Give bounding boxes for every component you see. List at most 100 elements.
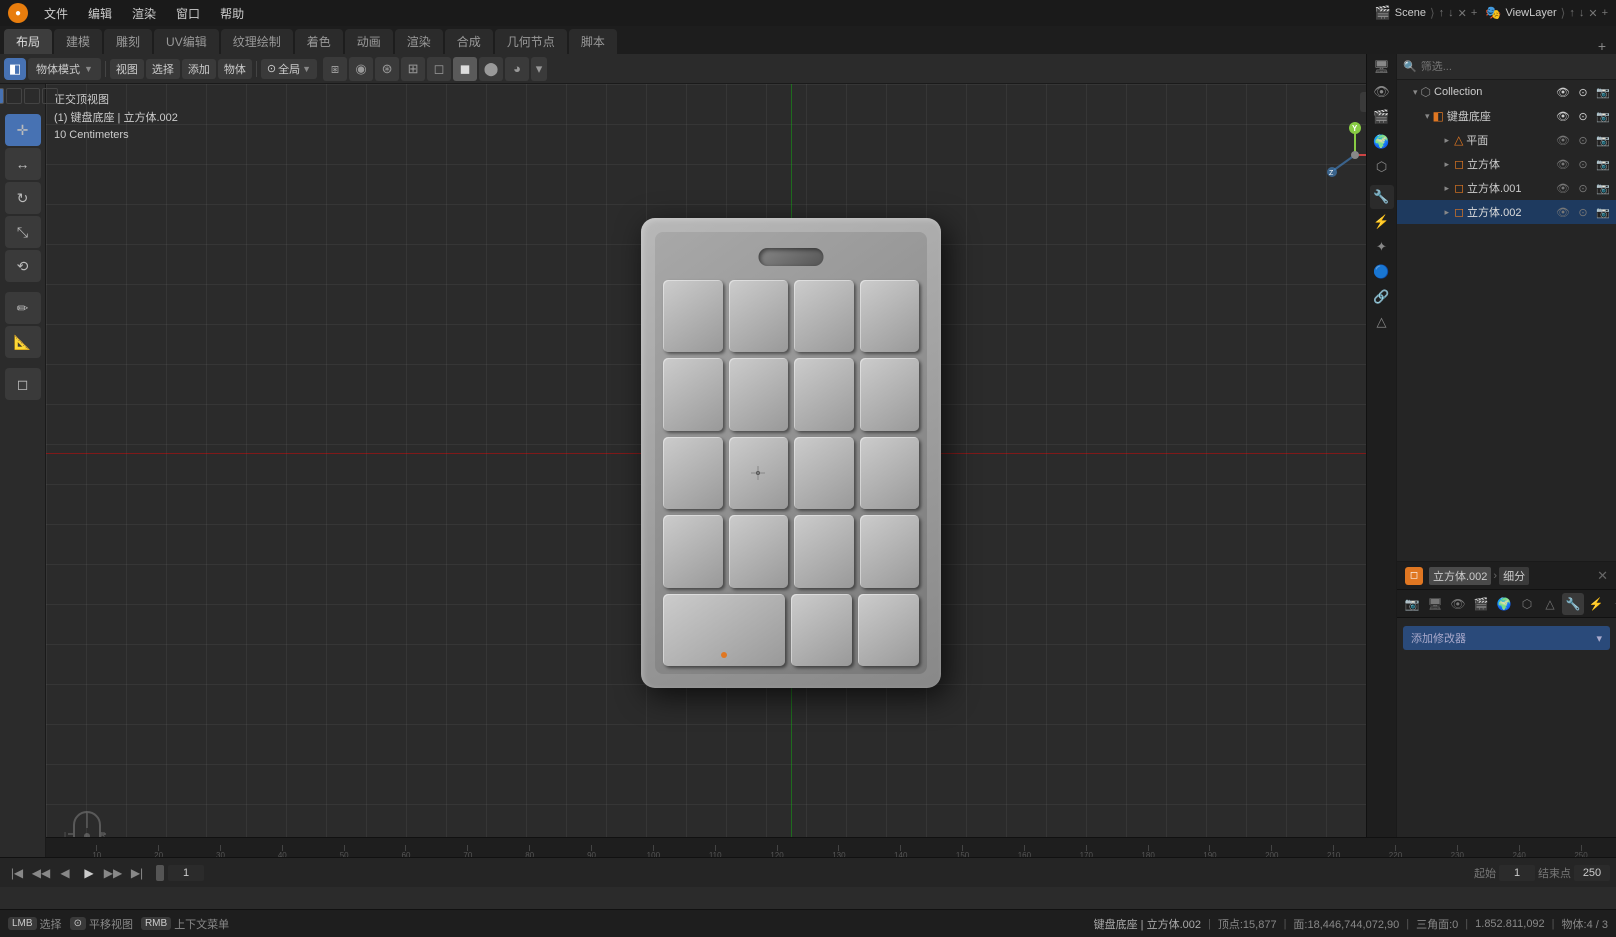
menu-edit[interactable]: 编辑 [80,3,120,24]
shading-options[interactable]: ▾ [531,57,547,81]
tab-geometry-nodes[interactable]: 几何节点 [495,29,567,54]
proportional-btn[interactable]: ◉ [349,57,373,81]
vis-ren-cube[interactable]: 📷 [1594,155,1612,173]
main-viewport[interactable]: 正交顶视图 (1) 键盘底座 | 立方体.002 10 Centimeters … [46,84,1416,882]
add-cube-tool[interactable]: ◻ [5,368,41,400]
props-tab-particles[interactable]: ✦ [1608,593,1616,615]
menu-window[interactable]: 窗口 [168,3,208,24]
menu-file[interactable]: 文件 [36,3,76,24]
props-tab-mesh[interactable]: △ [1539,593,1561,615]
props-side-data[interactable]: △ [1370,310,1394,334]
props-tab-view[interactable]: 👁 [1447,593,1469,615]
tab-modeling[interactable]: 建模 [54,29,102,54]
vis-eye-c001[interactable]: 👁 [1554,179,1572,197]
jump-next-btn[interactable]: ▶▶ [102,862,124,884]
jump-prev-btn[interactable]: ◀◀ [30,862,52,884]
vis-sel-c001[interactable]: ⊙ [1574,179,1592,197]
prop-modifier-name[interactable]: 细分 [1499,567,1529,585]
object-menu-btn[interactable]: 物体 [218,59,252,79]
props-side-modifier[interactable]: 🔧 [1370,185,1394,209]
jump-start-btn[interactable]: |◀ [6,862,28,884]
end-frame-input[interactable] [1574,865,1610,881]
props-side-particles[interactable]: ✦ [1370,235,1394,259]
outliner-item-cube001[interactable]: ▾ ▸ ◻ 立方体.001 👁 ⊙ 📷 [1397,176,1616,200]
vis-sel-cube[interactable]: ⊙ [1574,155,1592,173]
tab-uv[interactable]: UV编辑 [154,29,219,54]
annotate-tool[interactable]: ✏ [5,292,41,324]
outliner-item-keyboard-base[interactable]: ▾ ◧ 键盘底座 👁 ⊙ 📷 [1397,104,1616,128]
shading-solid[interactable]: ◼ [453,57,477,81]
tab-sculpt[interactable]: 雕刻 [104,29,152,54]
select-lasso[interactable] [24,88,40,104]
outliner-search-input[interactable] [1421,61,1610,73]
select-circle[interactable] [6,88,22,104]
play-back-btn[interactable]: ◀ [54,862,76,884]
vis-eye-cube[interactable]: 👁 [1554,155,1572,173]
tab-texture-paint[interactable]: 纹理绘制 [221,29,293,54]
scale-tool[interactable]: ⤡ [5,216,41,248]
vis-eye-plane[interactable]: 👁 [1554,131,1572,149]
vis-sel-kb[interactable]: ⊙ [1574,107,1592,125]
add-menu-btn[interactable]: 添加 [182,59,216,79]
overlay-btn[interactable]: ⊛ [375,57,399,81]
move-tool[interactable]: ↔ [5,148,41,180]
menu-help[interactable]: 帮助 [212,3,252,24]
vis-ren-kb[interactable]: 📷 [1594,107,1612,125]
outliner-item-cube[interactable]: ▾ ▸ ◻ 立方体 👁 ⊙ 📷 [1397,152,1616,176]
props-side-scene[interactable]: 🎬 [1370,105,1394,129]
vis-render[interactable]: 📷 [1594,83,1612,101]
xray-btn[interactable]: ⊞ [401,57,425,81]
props-tab-world[interactable]: 🌍 [1493,593,1515,615]
props-side-constraints[interactable]: 🔗 [1370,285,1394,309]
vis-ren-c002[interactable]: 📷 [1594,203,1612,221]
rotate-tool[interactable]: ↻ [5,182,41,214]
jump-end-btn[interactable]: ▶| [126,862,148,884]
select-menu-btn[interactable]: 选择 [146,59,180,79]
measure-tool[interactable]: 📐 [5,326,41,358]
vis-ren-c001[interactable]: 📷 [1594,179,1612,197]
vis-eye[interactable]: 👁 [1554,83,1572,101]
play-btn[interactable]: ▶ [78,862,100,884]
tab-compositing[interactable]: 合成 [445,29,493,54]
add-modifier-btn[interactable]: 添加修改器 ▾ [1403,626,1610,650]
props-tab-shader[interactable]: ⚡ [1585,593,1607,615]
props-side-shader[interactable]: ⚡ [1370,210,1394,234]
properties-close-btn[interactable]: ✕ [1597,568,1608,584]
view-menu-btn[interactable]: 视图 [110,59,144,79]
props-side-output[interactable]: 🖥 [1370,55,1394,79]
current-frame-input[interactable] [168,865,204,881]
props-side-physics[interactable]: 🔵 [1370,260,1394,284]
shading-mat[interactable]: ⬤ [479,57,503,81]
start-frame-input[interactable] [1499,865,1535,881]
outliner-item-cube002[interactable]: ▾ ▸ ◻ 立方体.002 👁 ⊙ 📷 [1397,200,1616,224]
vis-sel-c002[interactable]: ⊙ [1574,203,1592,221]
tab-rendering[interactable]: 渲染 [395,29,443,54]
vis-ren-plane[interactable]: 📷 [1594,131,1612,149]
select-box-active[interactable] [0,88,4,104]
timeline-ruler[interactable]: 0102030405060708090100110120130140150160… [0,837,1616,859]
tab-animation[interactable]: 动画 [345,29,393,54]
vis-eye-c002[interactable]: 👁 [1554,203,1572,221]
props-tab-render[interactable]: 📷 [1401,593,1423,615]
tab-layout[interactable]: 布局 [4,29,52,54]
vis-eye-kb[interactable]: 👁 [1554,107,1572,125]
add-workspace-btn[interactable]: + [1598,38,1606,54]
props-side-view[interactable]: 👁 [1370,80,1394,104]
snap-btn[interactable]: ⧆ [323,57,347,81]
mode-dropdown[interactable]: 物体模式 ▼ [28,58,101,80]
props-side-world[interactable]: 🌍 [1370,130,1394,154]
prop-obj-name[interactable]: 立方体.002 [1429,567,1491,585]
outliner-item-collection[interactable]: ▾ ⬡ Collection 👁 ⊙ 📷 [1397,80,1616,104]
props-tab-modifier[interactable]: 🔧 [1562,593,1584,615]
tab-scripting[interactable]: 脚本 [569,29,617,54]
vis-sel-plane[interactable]: ⊙ [1574,131,1592,149]
cursor-tool[interactable]: ✛ [5,114,41,146]
props-tab-obj[interactable]: ⬡ [1516,593,1538,615]
props-tab-scene[interactable]: 🎬 [1470,593,1492,615]
props-side-object[interactable]: ⬡ [1370,155,1394,179]
props-tab-output[interactable]: 🖥 [1424,593,1446,615]
outliner-item-plane[interactable]: ▾ ▸ △ 平面 👁 ⊙ 📷 [1397,128,1616,152]
pivot-btn[interactable]: ⊙ 全局 ▼ [261,59,317,79]
shading-rendered[interactable]: ◕ [505,57,529,81]
shading-wire[interactable]: ◻ [427,57,451,81]
